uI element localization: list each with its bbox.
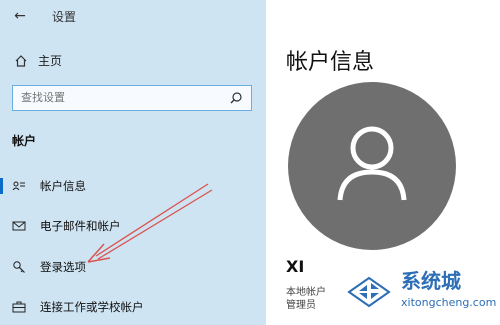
user-card-icon — [12, 179, 26, 193]
sidebar-item-work-school[interactable]: 连接工作或学校帐户 — [0, 294, 266, 320]
mail-icon — [12, 219, 26, 233]
user-name: XI — [286, 257, 305, 276]
windows-logo-icon — [347, 276, 391, 308]
section-title: 帐户 — [12, 134, 37, 148]
watermark-title: 系统城 — [401, 269, 461, 293]
back-button[interactable]: ← — [10, 6, 30, 26]
app-title: 设置 — [52, 10, 77, 24]
briefcase-icon — [12, 300, 26, 314]
page-title: 帐户信息 — [286, 50, 375, 75]
home-label: 主页 — [38, 54, 63, 68]
search-icon[interactable] — [229, 91, 243, 105]
sidebar-item-label: 登录选项 — [40, 260, 86, 274]
sidebar-item-email-accounts[interactable]: 电子邮件和帐户 — [0, 213, 266, 239]
key-icon — [12, 260, 26, 274]
sidebar-item-label: 连接工作或学校帐户 — [40, 300, 144, 314]
sidebar-item-label: 电子邮件和帐户 — [40, 219, 121, 233]
sidebar-item-sign-in-options[interactable]: 登录选项 — [0, 254, 266, 280]
sidebar: ← 设置 主页 帐户 帐户信息 — [0, 0, 266, 325]
home-nav-item[interactable]: 主页 — [14, 52, 62, 69]
avatar — [288, 82, 456, 250]
sidebar-item-label: 帐户信息 — [40, 179, 86, 193]
back-arrow-icon: ← — [14, 8, 26, 24]
search-input[interactable] — [13, 86, 221, 109]
user-role: 管理员 — [286, 300, 316, 311]
person-icon — [337, 126, 407, 201]
home-icon — [15, 54, 27, 67]
search-box[interactable] — [12, 85, 252, 111]
watermark-url: xitongcheng.com — [401, 296, 497, 309]
title-bar: ← 设置 — [0, 0, 266, 32]
sidebar-item-account-info[interactable]: 帐户信息 — [0, 173, 266, 199]
watermark: 系统城 xitongcheng.com — [343, 266, 500, 324]
